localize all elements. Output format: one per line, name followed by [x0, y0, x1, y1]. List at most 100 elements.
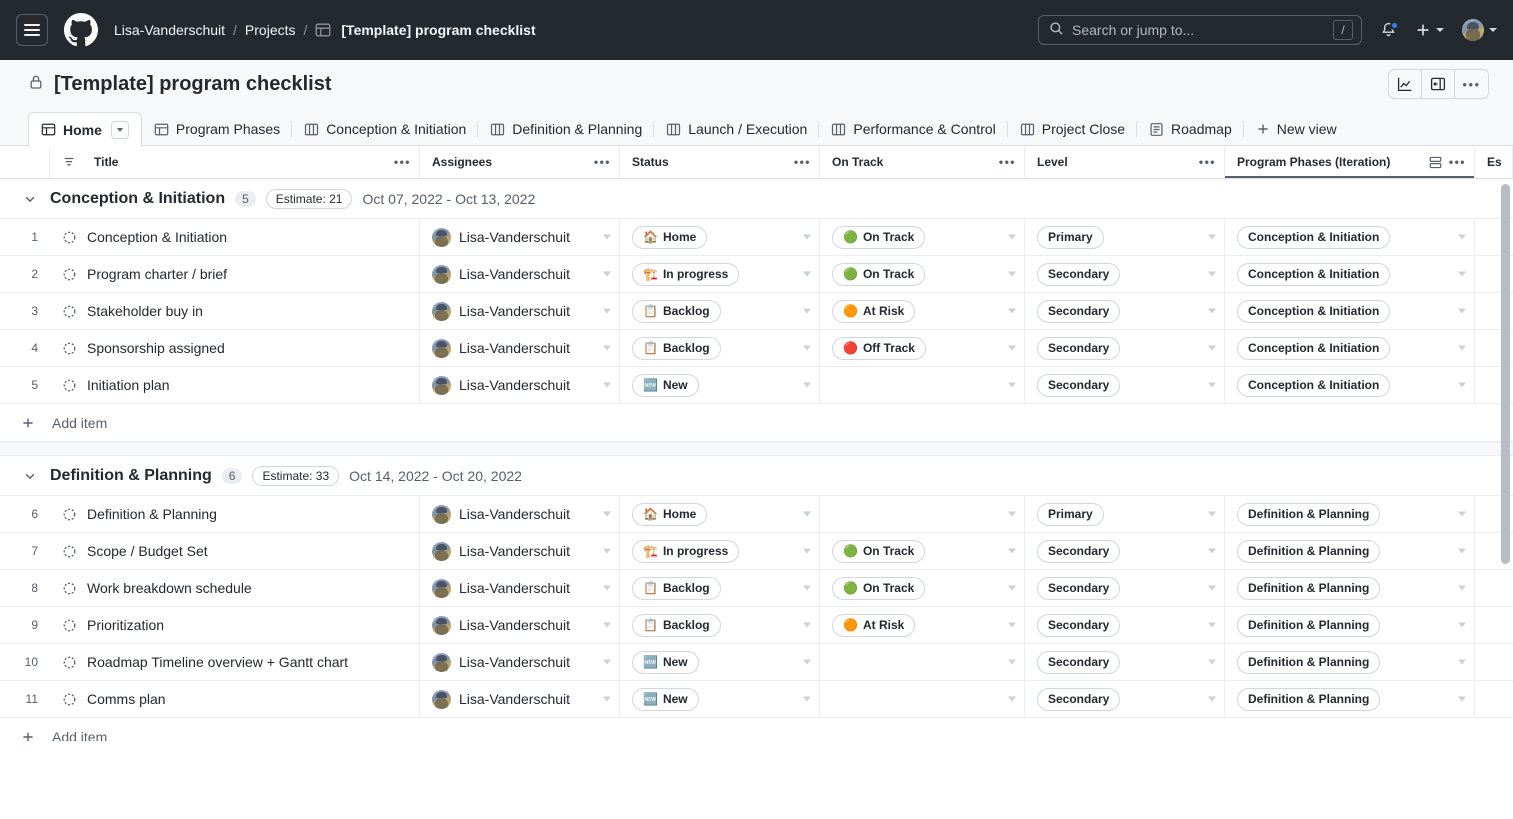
column-header-level[interactable]: Level •••	[1025, 146, 1225, 178]
row-assignees-cell[interactable]: Lisa-Vanderschuit	[420, 496, 620, 532]
chevron-down-icon[interactable]	[1008, 548, 1016, 554]
table-row[interactable]: 3 Stakeholder buy in Lisa-Vanderschuit 📋…	[0, 293, 1513, 330]
row-assignees-cell[interactable]: Lisa-Vanderschuit	[420, 293, 620, 329]
table-row[interactable]: 10 Roadmap Timeline overview + Gantt cha…	[0, 644, 1513, 681]
row-status-cell[interactable]: 🏗️ In progress	[620, 533, 820, 569]
row-program-phase-cell[interactable]: Definition & Planning	[1225, 607, 1475, 643]
add-item-row[interactable]: Add item	[0, 718, 1513, 741]
chevron-down-icon[interactable]	[803, 345, 811, 351]
table-row[interactable]: 11 Comms plan Lisa-Vanderschuit 🆕 New Sec…	[0, 681, 1513, 718]
row-program-phase-cell[interactable]: Conception & Initiation	[1225, 330, 1475, 366]
row-on-track-cell[interactable]: 🟠 At Risk	[820, 293, 1025, 329]
chevron-down-icon[interactable]	[1208, 585, 1216, 591]
row-program-phase-cell[interactable]: Definition & Planning	[1225, 681, 1475, 717]
chevron-down-icon[interactable]	[1008, 585, 1016, 591]
row-title-cell[interactable]: Work breakdown schedule	[50, 570, 420, 606]
notifications-bell-icon[interactable]	[1380, 20, 1399, 39]
chevron-down-icon[interactable]	[1208, 271, 1216, 277]
row-level-cell[interactable]: Secondary	[1025, 367, 1225, 403]
chevron-down-icon[interactable]	[603, 696, 611, 702]
row-on-track-cell[interactable]: 🟢 On Track	[820, 533, 1025, 569]
column-menu-icon[interactable]: •••	[388, 156, 411, 168]
row-level-cell[interactable]: Secondary	[1025, 533, 1225, 569]
chevron-down-icon[interactable]	[803, 234, 811, 240]
tab-project-close[interactable]: Project Close	[1008, 112, 1138, 146]
row-status-cell[interactable]: 📋 Backlog	[620, 570, 820, 606]
row-on-track-cell[interactable]: 🟢 On Track	[820, 570, 1025, 606]
chevron-down-icon[interactable]	[1008, 622, 1016, 628]
chevron-down-icon[interactable]	[20, 189, 40, 209]
chevron-down-icon[interactable]	[1208, 659, 1216, 665]
user-avatar-menu[interactable]	[1462, 19, 1497, 41]
row-title-cell[interactable]: Prioritization	[50, 607, 420, 643]
chevron-down-icon[interactable]	[1458, 659, 1466, 665]
row-title-cell[interactable]: Comms plan	[50, 681, 420, 717]
tab-definition-planning[interactable]: Definition & Planning	[478, 112, 655, 146]
column-header-status[interactable]: Status •••	[620, 146, 820, 178]
breadcrumb-owner[interactable]: Lisa-Vanderschuit	[114, 22, 225, 38]
column-menu-icon[interactable]: •••	[1443, 156, 1466, 168]
column-menu-icon[interactable]: •••	[1193, 156, 1216, 168]
chevron-down-icon[interactable]	[603, 622, 611, 628]
row-level-cell[interactable]: Secondary	[1025, 681, 1225, 717]
row-assignees-cell[interactable]: Lisa-Vanderschuit	[420, 367, 620, 403]
column-header-assignees[interactable]: Assignees •••	[420, 146, 620, 178]
chevron-down-icon[interactable]	[603, 271, 611, 277]
breadcrumb-projects[interactable]: Projects	[245, 22, 296, 38]
chevron-down-icon[interactable]	[803, 696, 811, 702]
chevron-down-icon[interactable]	[1458, 271, 1466, 277]
row-on-track-cell[interactable]: 🔴 Off Track	[820, 330, 1025, 366]
row-status-cell[interactable]: 📋 Backlog	[620, 330, 820, 366]
tab-performance-control[interactable]: Performance & Control	[819, 112, 1008, 146]
chevron-down-icon[interactable]	[1008, 271, 1016, 277]
row-status-cell[interactable]: 📋 Backlog	[620, 293, 820, 329]
row-title-cell[interactable]: Sponsorship assigned	[50, 330, 420, 366]
row-title-cell[interactable]: Stakeholder buy in	[50, 293, 420, 329]
vertical-scrollbar[interactable]	[1501, 184, 1510, 564]
new-view-button[interactable]: New view	[1244, 112, 1349, 146]
chevron-down-icon[interactable]	[1208, 696, 1216, 702]
table-row[interactable]: 7 Scope / Budget Set Lisa-Vanderschuit 🏗…	[0, 533, 1513, 570]
hamburger-menu-icon[interactable]	[16, 14, 48, 46]
row-status-cell[interactable]: 🆕 New	[620, 681, 820, 717]
sort-icon[interactable]	[62, 155, 76, 169]
row-assignees-cell[interactable]: Lisa-Vanderschuit	[420, 256, 620, 292]
insights-button[interactable]	[1389, 70, 1422, 98]
column-header-program-phases[interactable]: Program Phases (Iteration) •••	[1225, 146, 1475, 178]
row-level-cell[interactable]: Secondary	[1025, 256, 1225, 292]
row-title-cell[interactable]: Scope / Budget Set	[50, 533, 420, 569]
chevron-down-icon[interactable]	[1208, 382, 1216, 388]
chevron-down-icon[interactable]	[1208, 345, 1216, 351]
row-estimate-cell[interactable]	[1475, 607, 1513, 643]
table-row[interactable]: 9 Prioritization Lisa-Vanderschuit 📋 Back…	[0, 607, 1513, 644]
tab-launch-execution[interactable]: Launch / Execution	[654, 112, 820, 146]
table-row[interactable]: 1 Conception & Initiation Lisa-Vandersch…	[0, 219, 1513, 256]
chevron-down-icon[interactable]	[1458, 696, 1466, 702]
search-input[interactable]: Search or jump to... /	[1038, 15, 1362, 45]
chevron-down-icon[interactable]	[1208, 511, 1216, 517]
chevron-down-icon[interactable]	[1008, 234, 1016, 240]
chevron-down-icon[interactable]	[1008, 382, 1016, 388]
chevron-down-icon[interactable]	[1458, 622, 1466, 628]
chevron-down-icon[interactable]	[1458, 548, 1466, 554]
chevron-down-icon[interactable]	[803, 308, 811, 314]
side-panel-button[interactable]	[1422, 70, 1455, 98]
chevron-down-icon[interactable]	[1458, 308, 1466, 314]
column-header-title[interactable]: Title •••	[50, 146, 420, 178]
row-status-cell[interactable]: 📋 Backlog	[620, 607, 820, 643]
row-assignees-cell[interactable]: Lisa-Vanderschuit	[420, 330, 620, 366]
add-item-row[interactable]: Add item	[0, 404, 1513, 442]
row-level-cell[interactable]: Secondary	[1025, 607, 1225, 643]
row-estimate-cell[interactable]	[1475, 570, 1513, 606]
row-level-cell[interactable]: Secondary	[1025, 330, 1225, 366]
column-menu-icon[interactable]: •••	[588, 156, 611, 168]
row-level-cell[interactable]: Secondary	[1025, 293, 1225, 329]
tab-roadmap[interactable]: Roadmap	[1137, 112, 1244, 146]
chevron-down-icon[interactable]	[803, 271, 811, 277]
group-header[interactable]: Conception & Initiation 5 Estimate: 21 O…	[0, 179, 1513, 219]
chevron-down-icon[interactable]	[803, 511, 811, 517]
row-on-track-cell[interactable]	[820, 644, 1025, 680]
chevron-down-icon[interactable]	[603, 659, 611, 665]
column-menu-icon[interactable]: •••	[993, 156, 1016, 168]
chevron-down-icon[interactable]	[1008, 308, 1016, 314]
